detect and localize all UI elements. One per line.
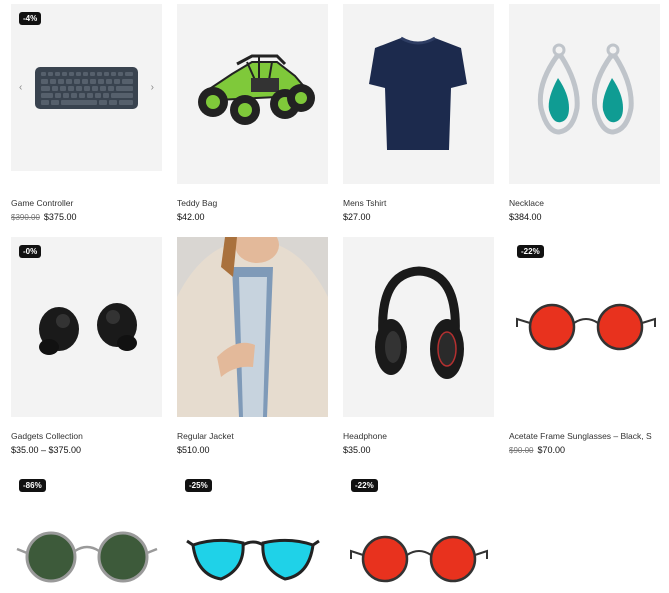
product-name[interactable]: Acetate Frame Sunglasses – Black, S xyxy=(509,431,652,441)
tshirt-icon xyxy=(369,36,467,150)
discount-badge: -22% xyxy=(517,245,544,258)
discount-badge: -22% xyxy=(351,479,378,492)
product-image[interactable]: -86% xyxy=(11,471,162,593)
product-image[interactable]: -4% ‹ › xyxy=(11,4,162,171)
earbuds-icon xyxy=(39,303,137,355)
red-round-sunglasses-icon xyxy=(516,303,656,351)
product-name[interactable]: Game Controller xyxy=(11,198,73,208)
product-name[interactable]: Gadgets Collection xyxy=(11,431,83,441)
product-price: $390.00 $375.00 xyxy=(11,212,76,222)
product-name[interactable]: Headphone xyxy=(343,431,387,441)
current-price: $375.00 xyxy=(43,212,77,222)
product-price: $90.00 $70.00 xyxy=(509,445,565,455)
product-price: $510.00 xyxy=(177,445,210,455)
rc-buggy-icon xyxy=(198,54,315,125)
discount-badge: -25% xyxy=(185,479,212,492)
product-image[interactable]: -25% xyxy=(177,471,328,593)
product-name[interactable]: Regular Jacket xyxy=(177,431,234,441)
product-price: $35.00 – $375.00 xyxy=(11,445,82,455)
product-image[interactable]: -22% xyxy=(343,471,494,593)
product-name[interactable]: Mens Tshirt xyxy=(343,198,386,208)
next-image-arrow-icon[interactable]: › xyxy=(151,82,154,93)
prev-image-arrow-icon[interactable]: ‹ xyxy=(19,82,22,93)
discount-badge: -4% xyxy=(19,12,42,25)
headphone-icon xyxy=(375,266,464,379)
jacket-icon xyxy=(177,237,328,417)
product-image[interactable]: -0% xyxy=(11,237,162,417)
product-image[interactable] xyxy=(343,4,494,184)
discount-badge: -86% xyxy=(19,479,46,492)
product-image[interactable] xyxy=(177,4,328,184)
product-image[interactable] xyxy=(509,4,660,184)
product-name[interactable]: Necklace xyxy=(509,198,544,208)
product-price: $27.00 xyxy=(343,212,371,222)
product-name[interactable]: Teddy Bag xyxy=(177,198,217,208)
old-price: $390.00 xyxy=(11,213,40,222)
product-image[interactable] xyxy=(343,237,494,417)
keyboard-icon xyxy=(35,67,138,109)
product-image[interactable]: -22% xyxy=(509,237,660,417)
earrings-icon xyxy=(537,43,634,135)
product-image[interactable] xyxy=(177,237,328,417)
product-price: $42.00 xyxy=(177,212,205,222)
old-price: $90.00 xyxy=(509,446,534,455)
discount-badge: -0% xyxy=(19,245,42,258)
product-price: $35.00 xyxy=(343,445,371,455)
current-price: $70.00 xyxy=(537,445,565,455)
product-price: $384.00 xyxy=(509,212,542,222)
